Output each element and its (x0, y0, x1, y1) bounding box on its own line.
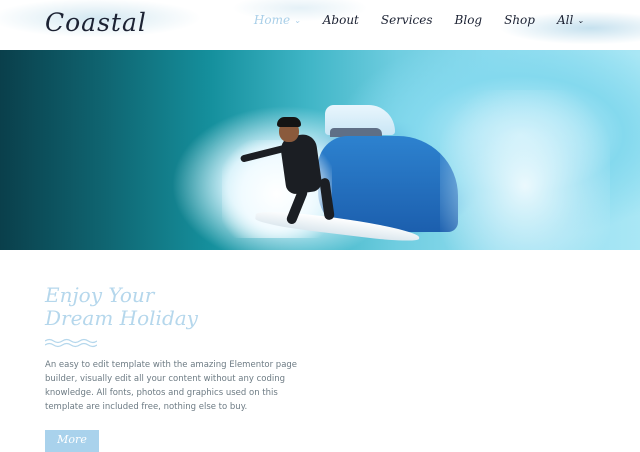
nav-item-label: Home (253, 13, 291, 27)
intro-section: Enjoy Your Dream Holiday An easy to edit… (45, 284, 305, 423)
site-logo[interactable]: Coastal (45, 8, 147, 37)
chevron-down-icon: ⌄ (294, 15, 301, 25)
intro-description: An easy to edit template with the amazin… (45, 360, 298, 412)
chevron-down-icon: ⌄ (577, 15, 584, 25)
nav-item-home[interactable]: Home ⌄ (254, 13, 301, 27)
nav-item-label: Services (380, 13, 433, 27)
intro-title-line: Enjoy Your (45, 283, 155, 307)
wave-divider-icon (45, 338, 97, 348)
nav-item-about[interactable]: About (323, 13, 359, 27)
nav-item-label: Shop (504, 13, 535, 27)
nav-item-label: All (556, 13, 574, 27)
nav-item-services[interactable]: Services (381, 13, 433, 27)
main-nav: Home ⌄ About Services Blog Shop All ⌄ (232, 13, 584, 27)
nav-item-blog[interactable]: Blog (455, 13, 483, 27)
intro-title: Enjoy Your Dream Holiday (45, 284, 305, 330)
nav-item-label: About (322, 13, 359, 27)
intro-title-line: Dream Holiday (45, 306, 198, 330)
surfer-hair (277, 117, 301, 127)
hero-image (0, 50, 640, 250)
hero-spray (440, 90, 610, 250)
more-button[interactable]: More (45, 430, 99, 452)
site-header: Coastal Home ⌄ About Services Blog Shop … (0, 0, 640, 50)
nav-item-label: Blog (454, 13, 483, 27)
nav-item-all[interactable]: All ⌄ (557, 13, 584, 27)
nav-item-shop[interactable]: Shop (504, 13, 535, 27)
